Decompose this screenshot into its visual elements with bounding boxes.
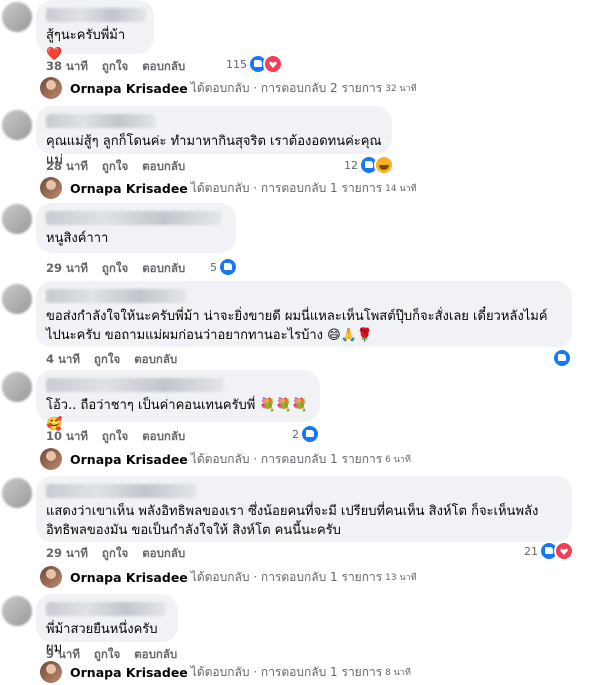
- reply-action: ได้ตอบกลับ: [190, 180, 250, 195]
- comment-actions: 4 นาที ถูกใจ ตอบกลับ: [46, 351, 191, 369]
- replier-name: Ornapa Krisadee: [70, 664, 188, 680]
- reply-link[interactable]: ตอบกลับ: [142, 260, 185, 278]
- reply-time: 32 นาที: [385, 84, 417, 94]
- like-link[interactable]: ถูกใจ: [102, 545, 128, 563]
- commenter-avatar[interactable]: [2, 478, 32, 508]
- like-link[interactable]: ถูกใจ: [102, 58, 128, 76]
- comment-actions: 29 นาที ถูกใจ ตอบกลับ: [46, 260, 199, 278]
- reply-count: · การตอบกลับ 1 รายการ: [253, 569, 383, 584]
- reply-count: · การตอบกลับ 1 รายการ: [253, 451, 383, 466]
- comment-bubble: โอ้ว.. ถือว่าชาๆ เป็นค่าคอนเทนครับพี่ 💐💐…: [36, 370, 320, 432]
- commenter-name-blurred[interactable]: [46, 211, 221, 225]
- comment-text: หนูสิงค์าาา: [46, 231, 109, 246]
- replier-name: Ornapa Krisadee: [70, 451, 188, 467]
- reply-count: · การตอบกลับ 1 รายการ: [253, 180, 383, 195]
- reaction-count: 12: [344, 158, 358, 172]
- comment-text: ขอส่งกำลังใจให้นะครับพี่ม้า น่าจะยิ่งขาย…: [46, 309, 548, 343]
- replier-name: Ornapa Krisadee: [70, 569, 188, 585]
- comment-bubble: คุณแม่สู้ๆ ลูกก็โดนค่ะ ทำมาหากินสุจริต เ…: [36, 106, 392, 168]
- comment-actions: 38 นาที ถูกใจ ตอบกลับ: [46, 58, 199, 76]
- comment-actions: 29 นาที ถูกใจ ตอบกลับ: [46, 545, 199, 563]
- reply-count: · การตอบกลับ 2 รายการ: [253, 80, 383, 95]
- like-reaction-icon: [552, 348, 572, 368]
- comment-time[interactable]: 29 นาที: [46, 260, 88, 278]
- reaction-summary[interactable]: [552, 348, 572, 368]
- reply-link[interactable]: ตอบกลับ: [142, 545, 185, 563]
- replier-avatar: [40, 177, 62, 199]
- commenter-name-blurred[interactable]: [46, 602, 166, 616]
- reply-action: ได้ตอบกลับ: [190, 80, 250, 95]
- reaction-summary[interactable]: 5: [210, 257, 238, 277]
- like-link[interactable]: ถูกใจ: [102, 260, 128, 278]
- reply-action: ได้ตอบกลับ: [190, 664, 250, 679]
- reply-time: 14 นาที: [385, 184, 417, 194]
- reaction-count: 5: [210, 260, 217, 274]
- reply-time: 6 นาที: [385, 455, 411, 465]
- commenter-avatar[interactable]: [2, 284, 32, 314]
- love-reaction-icon: [263, 54, 283, 74]
- like-link[interactable]: ถูกใจ: [102, 158, 128, 176]
- reply-thread-link[interactable]: Ornapa Krisadee ได้ตอบกลับ · การตอบกลับ …: [40, 77, 417, 99]
- reaction-summary[interactable]: 115: [226, 54, 283, 74]
- comment-time[interactable]: 4 นาที: [46, 351, 80, 369]
- replier-name: Ornapa Krisadee: [70, 180, 188, 196]
- reaction-count: 21: [524, 544, 538, 558]
- love-reaction-icon: [554, 541, 574, 561]
- comment-time[interactable]: 29 นาที: [46, 545, 88, 563]
- reply-time: 13 นาที: [385, 573, 417, 583]
- like-link[interactable]: ถูกใจ: [102, 428, 128, 446]
- commenter-name-blurred[interactable]: [46, 8, 146, 22]
- reply-thread-link[interactable]: Ornapa Krisadee ได้ตอบกลับ · การตอบกลับ …: [40, 448, 411, 470]
- comment-bubble: สู้ๆนะครับพี่ม้า ❤️: [36, 0, 154, 62]
- replier-avatar: [40, 448, 62, 470]
- comment-time[interactable]: 10 นาที: [46, 428, 88, 446]
- reaction-count: 115: [226, 57, 247, 71]
- comment-bubble: พี่ม้าสวยยืนหนึ่งครับผม: [36, 594, 178, 656]
- replier-name: Ornapa Krisadee: [70, 80, 188, 96]
- reply-link[interactable]: ตอบกลับ: [142, 158, 185, 176]
- reaction-summary[interactable]: 12: [344, 155, 394, 175]
- commenter-avatar[interactable]: [2, 204, 32, 234]
- commenter-avatar[interactable]: [2, 2, 32, 32]
- reply-thread-link[interactable]: Ornapa Krisadee ได้ตอบกลับ · การตอบกลับ …: [40, 566, 417, 588]
- comment-actions: 10 นาที ถูกใจ ตอบกลับ: [46, 428, 199, 446]
- reaction-count: 2: [292, 427, 299, 441]
- reply-count: · การตอบกลับ 1 รายการ: [253, 664, 383, 679]
- reply-time: 8 นาที: [385, 668, 411, 678]
- reaction-summary[interactable]: 21: [524, 541, 574, 561]
- commenter-name-blurred[interactable]: [46, 378, 224, 392]
- comment-actions: 28 นาที ถูกใจ ตอบกลับ: [46, 158, 199, 176]
- commenter-name-blurred[interactable]: [46, 289, 186, 303]
- reply-thread-link[interactable]: Ornapa Krisadee ได้ตอบกลับ · การตอบกลับ …: [40, 661, 411, 683]
- reply-thread-link[interactable]: Ornapa Krisadee ได้ตอบกลับ · การตอบกลับ …: [40, 177, 417, 199]
- comment-time[interactable]: 38 นาที: [46, 58, 88, 76]
- reply-action: ได้ตอบกลับ: [190, 569, 250, 584]
- commenter-avatar[interactable]: [2, 596, 32, 626]
- like-reaction-icon: [300, 424, 320, 444]
- commenter-avatar[interactable]: [2, 110, 32, 140]
- reply-link[interactable]: ตอบกลับ: [142, 58, 185, 76]
- comment-time[interactable]: 28 นาที: [46, 158, 88, 176]
- haha-reaction-icon: [374, 155, 394, 175]
- commenter-name-blurred[interactable]: [46, 484, 196, 498]
- commenter-name-blurred[interactable]: [46, 114, 156, 128]
- commenter-avatar[interactable]: [2, 372, 32, 402]
- reply-link[interactable]: ตอบกลับ: [134, 351, 177, 369]
- like-link[interactable]: ถูกใจ: [94, 351, 120, 369]
- comment-bubble: หนูสิงค์าาา: [36, 203, 236, 253]
- reply-action: ได้ตอบกลับ: [190, 451, 250, 466]
- replier-avatar: [40, 77, 62, 99]
- comment-bubble: ขอส่งกำลังใจให้นะครับพี่ม้า น่าจะยิ่งขาย…: [36, 281, 572, 347]
- comment-bubble: แสดงว่าเขาเห็น พลังอิทธิพลของเรา ซึ่งน้อ…: [36, 476, 572, 542]
- reaction-summary[interactable]: 2: [292, 424, 320, 444]
- replier-avatar: [40, 661, 62, 683]
- like-reaction-icon: [218, 257, 238, 277]
- replier-avatar: [40, 566, 62, 588]
- comment-text: แสดงว่าเขาเห็น พลังอิทธิพลของเรา ซึ่งน้อ…: [46, 504, 539, 538]
- reply-link[interactable]: ตอบกลับ: [142, 428, 185, 446]
